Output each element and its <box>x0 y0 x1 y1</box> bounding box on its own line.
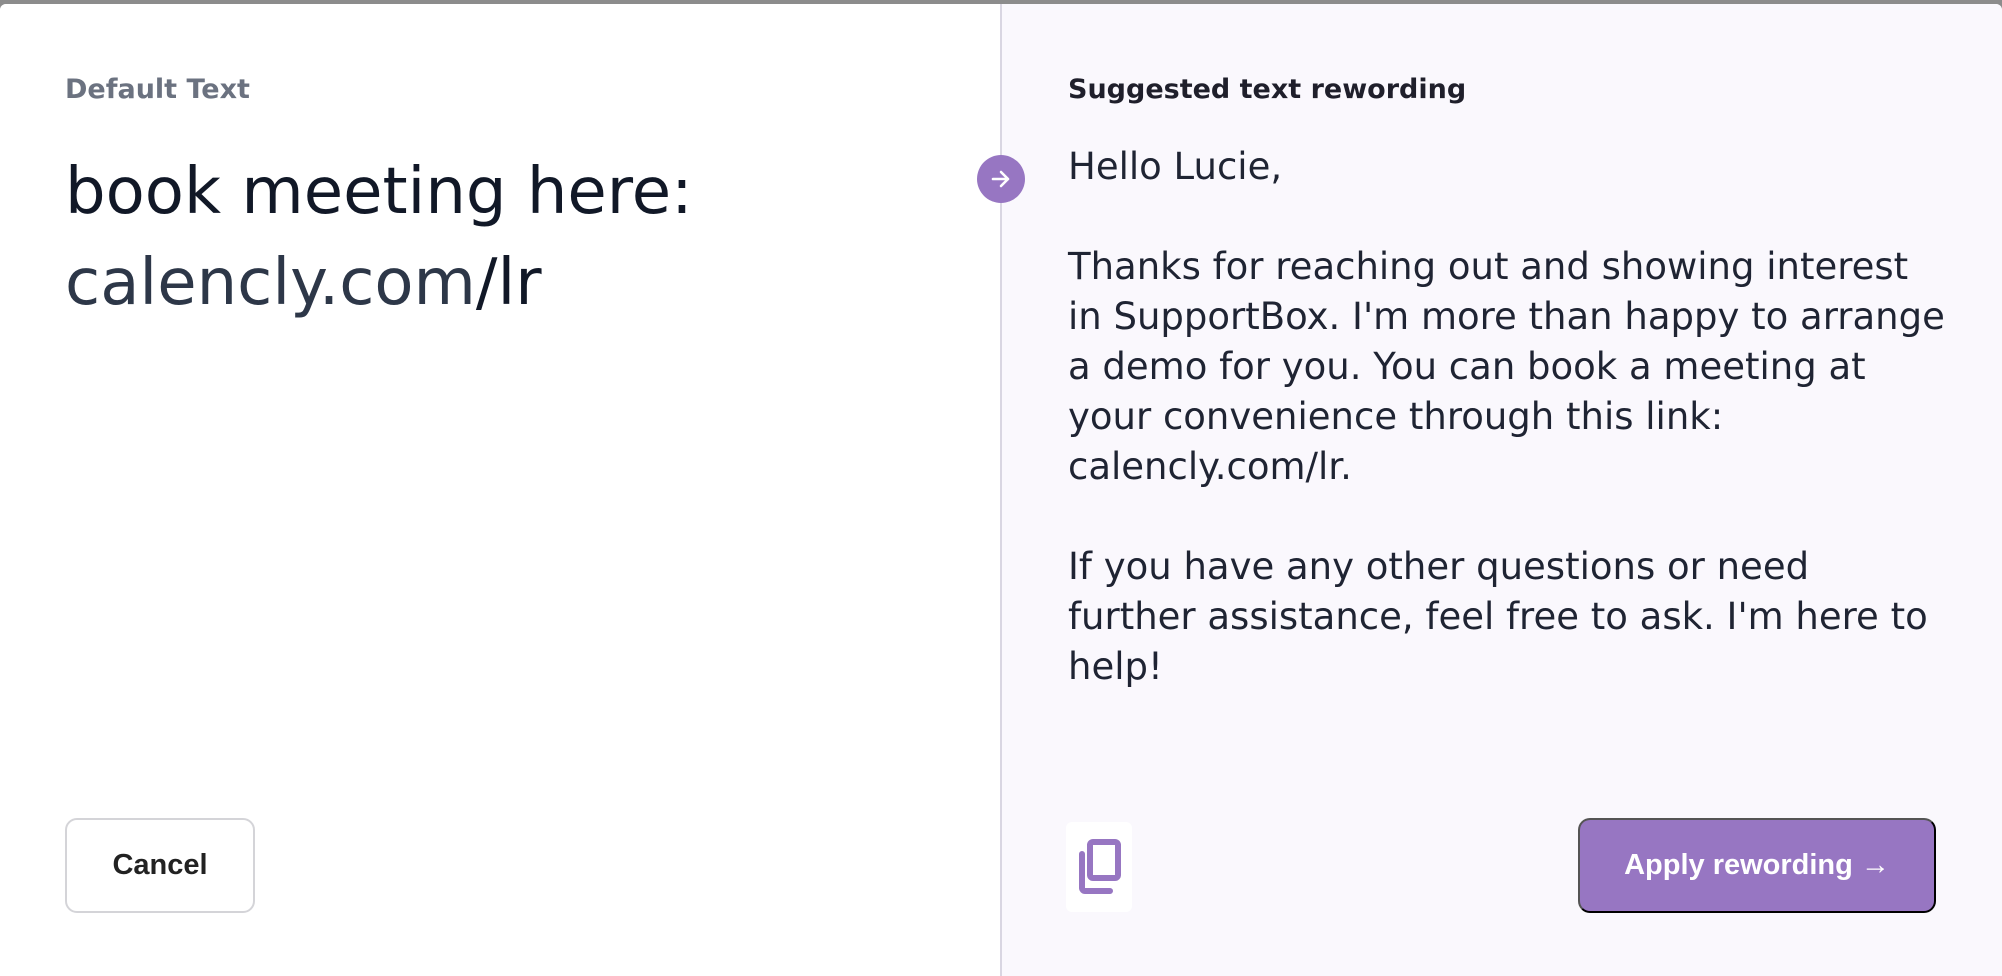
copy-icon <box>1079 839 1121 894</box>
arrow-right-icon <box>977 155 1025 203</box>
suggested-text-heading: Suggested text rewording <box>1068 74 1467 105</box>
default-text-content: book meeting here: calencly.com/lr <box>65 147 945 329</box>
default-text-link: calencly.com <box>65 246 476 320</box>
cancel-button[interactable]: Cancel <box>65 818 255 913</box>
default-text-panel: Default Text book meeting here: calencly… <box>0 4 1002 976</box>
suggested-text-content: Hello Lucie, Thanks for reaching out and… <box>1068 145 1945 688</box>
suggested-text-panel: Suggested text rewording Hello Lucie, Th… <box>1002 4 2002 976</box>
copy-button[interactable] <box>1066 822 1132 912</box>
default-text-heading: Default Text <box>65 74 250 105</box>
default-text-line: book meeting here: <box>65 155 693 229</box>
rewording-dialog: Default Text book meeting here: calencly… <box>0 4 2002 976</box>
apply-rewording-button[interactable]: Apply rewording → <box>1578 818 1936 913</box>
default-text-suffix: /lr <box>475 246 542 320</box>
